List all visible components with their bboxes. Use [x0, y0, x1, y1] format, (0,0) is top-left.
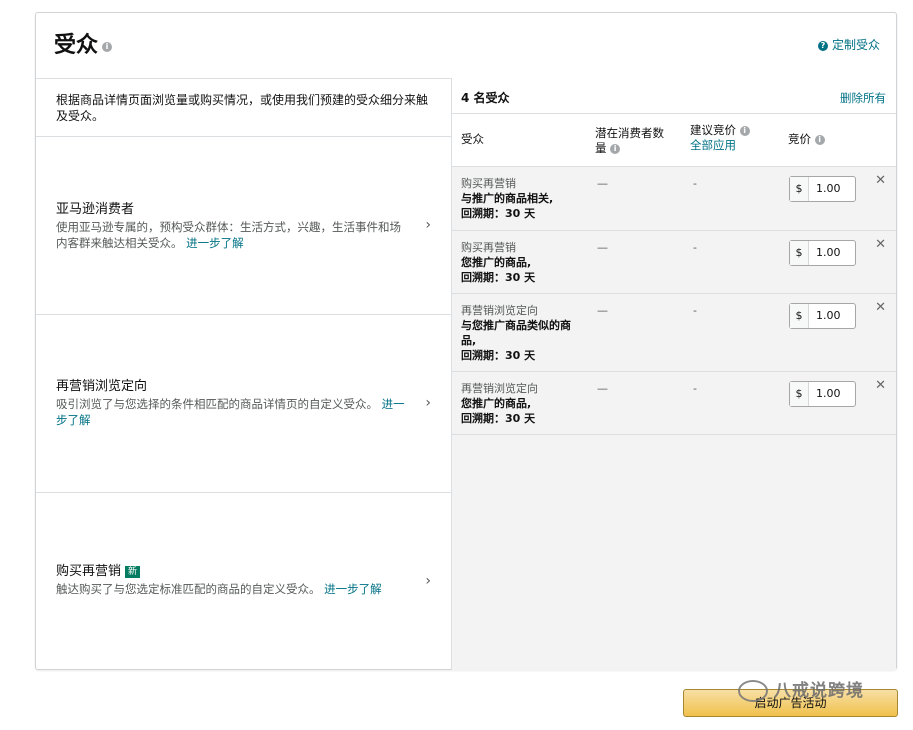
info-icon[interactable]: i [610, 143, 621, 154]
panel-header: 受众 i ? 定制受众 [36, 13, 896, 79]
table-header: 受众 潜在消费者数量 i 建议竞价 i 全部应用 竞价 i [452, 114, 896, 167]
bid-value: 1.00 [816, 387, 841, 400]
row-description: 与推广的商品相关, 回溯期：30 天 [461, 192, 554, 220]
selected-audiences: 4 名受众 删除所有 受众 潜在消费者数量 i 建议竞价 i 全部应用 竞价 i … [452, 78, 896, 670]
currency-symbol: $ [790, 177, 809, 201]
currency-symbol: $ [790, 241, 809, 265]
page-title: 受众 [54, 33, 99, 58]
row-suggested: - [693, 304, 697, 317]
option-description: 触达购买了与您选定标准匹配的商品的自定义受众。 进一步了解 [56, 582, 382, 596]
option-remarketing-views[interactable]: 再营销浏览定向 吸引浏览了与您选择的条件相匹配的商品详情页的自定义受众。 进一步… [36, 314, 451, 492]
info-icon[interactable]: i [814, 134, 825, 145]
row-description: 与您推广商品类似的商品, 回溯期：30 天 [461, 319, 571, 362]
remove-icon[interactable]: ✕ [875, 378, 886, 393]
row-potential: — [597, 382, 608, 395]
bid-input[interactable]: $1.00 [789, 381, 856, 407]
bid-input[interactable]: $1.00 [789, 240, 856, 266]
selected-header: 4 名受众 删除所有 [452, 78, 896, 114]
option-title: 购买再营销新 [56, 563, 141, 580]
chevron-right-icon: › [425, 217, 431, 233]
table-row: 购买再营销 与推广的商品相关, 回溯期：30 天 — - $1.00 ✕ [452, 167, 896, 231]
row-potential: — [597, 177, 608, 190]
currency-symbol: $ [790, 382, 809, 406]
option-title: 亚马逊消费者 [56, 202, 135, 217]
col-audience: 受众 [461, 132, 484, 146]
col-suggested: 建议竞价 i 全部应用 [690, 123, 750, 153]
row-type: 购买再营销 [461, 241, 516, 254]
row-potential: — [597, 241, 608, 254]
chevron-right-icon: › [425, 395, 431, 411]
row-potential: — [597, 304, 608, 317]
option-amazon-consumers[interactable]: 亚马逊消费者 使用亚马逊专属的，预构受众群体：生活方式，兴趣，生活事件和场内客群… [36, 136, 451, 314]
wechat-icon [738, 680, 768, 702]
col-potential: 潜在消费者数量 i [595, 126, 664, 155]
row-type: 再营销浏览定向 [461, 382, 538, 395]
customize-audience-link[interactable]: ? 定制受众 [817, 37, 880, 53]
table-row: 购买再营销 您推广的商品, 回溯期：30 天 — - $1.00 ✕ [452, 231, 896, 294]
table-row: 再营销浏览定向 与您推广商品类似的商品, 回溯期：30 天 — - $1.00 ✕ [452, 294, 896, 372]
audience-options: 根据商品详情页面浏览量或购买情况，或使用我们预建的受众细分来触及受众。 亚马逊消… [36, 78, 452, 670]
bid-value: 1.00 [816, 182, 841, 195]
audience-count: 4 名受众 [461, 91, 510, 105]
audience-panel: 受众 i ? 定制受众 根据商品详情页面浏览量或购买情况，或使用我们预建的受众细分… [35, 12, 897, 670]
learn-more-link[interactable]: 进一步了解 [186, 236, 244, 250]
watermark: 八戒说跨境 [738, 676, 864, 702]
intro-text: 根据商品详情页面浏览量或购买情况，或使用我们预建的受众细分来触及受众。 [56, 93, 429, 123]
remove-icon[interactable]: ✕ [875, 300, 886, 315]
col-bid: 竞价 i [788, 132, 825, 147]
option-description: 使用亚马逊专属的，预构受众群体：生活方式，兴趣，生活事件和场内客群来触达相关受众… [56, 220, 401, 250]
info-icon[interactable]: i [739, 125, 750, 136]
info-icon[interactable]: i [102, 42, 112, 52]
table-row: 再营销浏览定向 您推广的商品, 回溯期：30 天 — - $1.00 ✕ [452, 372, 896, 435]
learn-more-link[interactable]: 进一步了解 [324, 582, 382, 596]
row-suggested: - [693, 177, 697, 190]
currency-symbol: $ [790, 304, 809, 328]
new-badge: 新 [125, 566, 141, 578]
bid-value: 1.00 [816, 246, 841, 259]
remove-all-link[interactable]: 删除所有 [840, 90, 886, 106]
bid-input[interactable]: $1.00 [789, 303, 856, 329]
row-description: 您推广的商品, 回溯期：30 天 [461, 256, 536, 284]
row-description: 您推广的商品, 回溯期：30 天 [461, 397, 536, 425]
question-icon: ? [817, 41, 828, 51]
bid-input[interactable]: $1.00 [789, 176, 856, 202]
row-type: 购买再营销 [461, 177, 516, 190]
bid-value: 1.00 [816, 309, 841, 322]
chevron-right-icon: › [425, 573, 431, 589]
row-suggested: - [693, 382, 697, 395]
customize-audience-label: 定制受众 [831, 38, 880, 52]
option-purchase-remarketing[interactable]: 购买再营销新 触达购买了与您选定标准匹配的商品的自定义受众。 进一步了解 › [36, 492, 451, 670]
option-description: 吸引浏览了与您选择的条件相匹配的商品详情页的自定义受众。 进一步了解 [56, 397, 405, 427]
remove-icon[interactable]: ✕ [875, 237, 886, 252]
apply-all-link[interactable]: 全部应用 [690, 138, 750, 153]
remove-icon[interactable]: ✕ [875, 173, 886, 188]
option-title: 再营销浏览定向 [56, 379, 148, 394]
row-type: 再营销浏览定向 [461, 304, 538, 317]
row-suggested: - [693, 241, 697, 254]
